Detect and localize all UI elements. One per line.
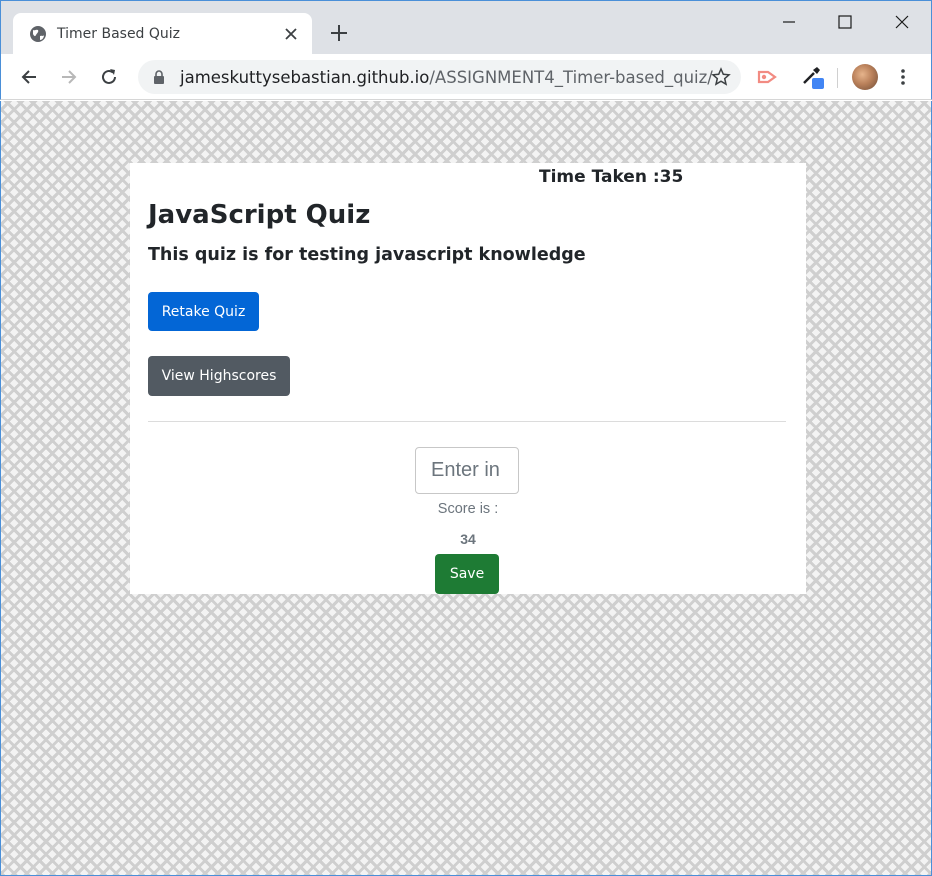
retake-quiz-button[interactable]: Retake Quiz xyxy=(148,292,259,331)
close-icon[interactable] xyxy=(282,25,300,43)
kebab-menu-icon[interactable] xyxy=(893,67,913,87)
page-title: JavaScript Quiz xyxy=(148,200,371,230)
save-button[interactable]: Save xyxy=(435,554,499,594)
url-text: jameskuttysebastian.github.io/ASSIGNMENT… xyxy=(180,68,713,88)
browser-tab[interactable]: Timer Based Quiz xyxy=(13,13,312,55)
eyedropper-extension-icon[interactable] xyxy=(800,65,824,89)
tab-title: Timer Based Quiz xyxy=(57,26,181,42)
globe-icon xyxy=(30,26,46,42)
url-path: /ASSIGNMENT4_Timer-based_quiz/ xyxy=(429,68,713,87)
initials-input[interactable] xyxy=(415,447,519,494)
forward-arrow-icon[interactable] xyxy=(58,66,80,88)
page-subtitle: This quiz is for testing javascript know… xyxy=(148,245,586,265)
avatar[interactable] xyxy=(852,64,878,90)
star-icon[interactable] xyxy=(711,67,731,87)
quiz-card: Time Taken :35 JavaScript Quiz This quiz… xyxy=(130,163,806,594)
reload-icon[interactable] xyxy=(98,66,120,88)
score-value: 34 xyxy=(460,531,476,547)
minimize-icon[interactable] xyxy=(778,11,800,33)
plus-icon[interactable] xyxy=(329,23,349,43)
maximize-icon[interactable] xyxy=(834,11,856,33)
window-close-icon[interactable] xyxy=(891,11,913,33)
title-bar: Timer Based Quiz xyxy=(0,0,932,55)
browser-toolbar: jameskuttysebastian.github.io/ASSIGNMENT… xyxy=(0,54,932,100)
url-host: jameskuttysebastian.github.io xyxy=(180,68,430,87)
score-label: Score is : xyxy=(437,501,499,517)
address-bar[interactable]: jameskuttysebastian.github.io/ASSIGNMENT… xyxy=(138,60,741,94)
back-arrow-icon[interactable] xyxy=(18,66,40,88)
cast-extension-icon[interactable] xyxy=(756,65,780,89)
page-viewport: Time Taken :35 JavaScript Quiz This quiz… xyxy=(0,101,932,876)
view-highscores-button[interactable]: View Highscores xyxy=(148,356,290,396)
divider xyxy=(148,421,786,422)
toolbar-divider xyxy=(837,68,838,88)
timer-text: Time Taken :35 xyxy=(539,167,684,187)
lock-icon[interactable] xyxy=(152,70,166,84)
